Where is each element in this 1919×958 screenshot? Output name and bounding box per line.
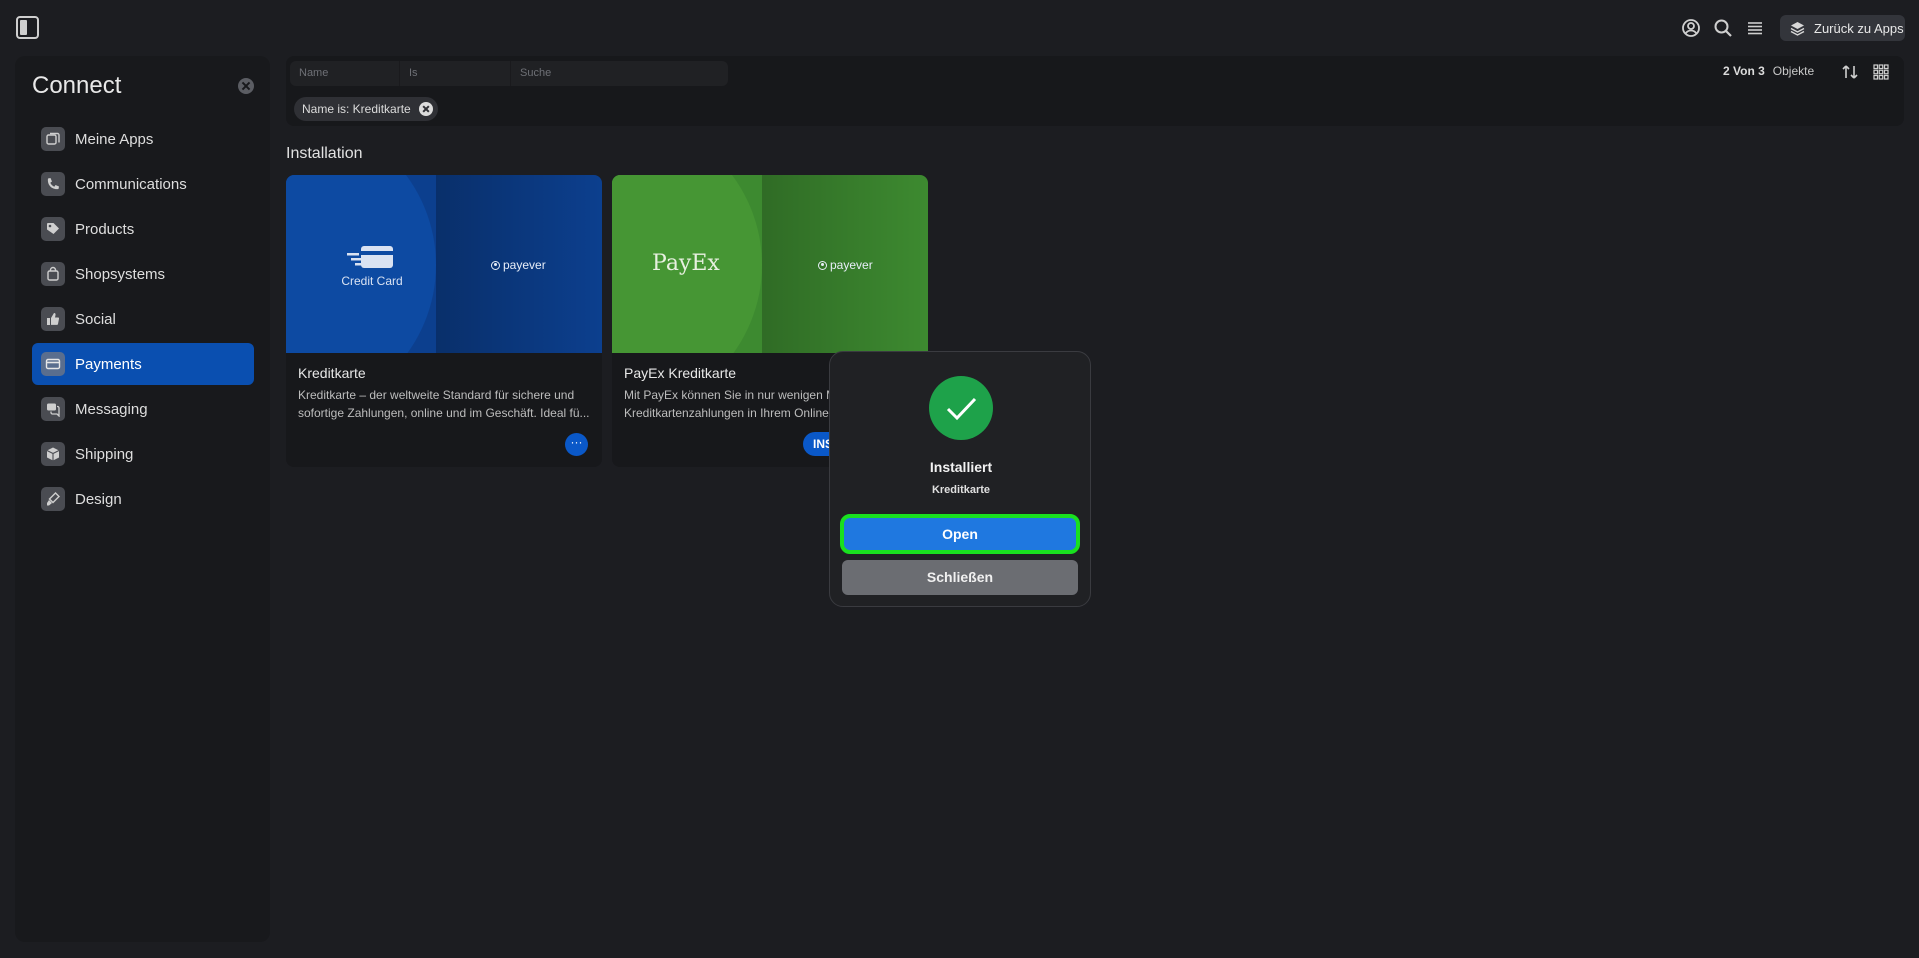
sidebar-item-communications[interactable]: Communications xyxy=(32,163,254,205)
payever-logo-text: payever xyxy=(830,258,873,272)
sidebar-item-payments[interactable]: Payments xyxy=(32,343,254,385)
filter-operator-field[interactable]: Is xyxy=(400,61,511,86)
card-title: PayEx Kreditkarte xyxy=(624,365,737,381)
sidebar-item-label: Payments xyxy=(75,355,142,373)
menu-icon[interactable] xyxy=(1744,17,1766,39)
credit-card-icon xyxy=(41,352,65,376)
close-button[interactable]: Schließen xyxy=(842,560,1078,595)
sidebar-item-products[interactable]: Products xyxy=(32,208,254,250)
section-title: Installation xyxy=(286,145,363,162)
sidebar-title: Connect xyxy=(32,72,122,99)
apps-icon xyxy=(41,127,65,151)
result-count-unit: Objekte xyxy=(1772,64,1815,78)
sort-icon[interactable] xyxy=(1840,62,1860,82)
credit-card-icon xyxy=(347,246,393,268)
sidebar-item-label: Communications xyxy=(75,175,187,193)
sidebar-item-label: Social xyxy=(75,310,116,328)
more-options-button[interactable]: ··· xyxy=(565,433,588,456)
result-count: 2 Von 3 Objekte xyxy=(1723,64,1814,78)
filter-chip-label: Name is: Kreditkarte xyxy=(302,102,411,116)
payex-logo: PayEx xyxy=(652,251,720,276)
card-title: Kreditkarte xyxy=(298,365,366,381)
top-bar: Zurück zu Apps xyxy=(0,0,1919,55)
thumbs-up-icon xyxy=(41,307,65,331)
phone-icon xyxy=(41,172,65,196)
card-hero: Credit Card payever xyxy=(286,175,602,353)
layers-icon xyxy=(1790,21,1805,36)
open-button[interactable]: Open xyxy=(840,514,1080,554)
sidebar-item-label: Design xyxy=(75,490,122,508)
app-card-kreditkarte[interactable]: Credit Card payever Kreditkarte Kreditka… xyxy=(286,175,602,467)
brush-icon xyxy=(41,487,65,511)
sidebar-item-social[interactable]: Social xyxy=(32,298,254,340)
tag-icon xyxy=(41,217,65,241)
sidebar: Connect Meine Apps Communications Produc… xyxy=(15,56,270,942)
search-input[interactable]: Suche xyxy=(511,61,728,86)
close-sidebar-icon[interactable] xyxy=(238,78,254,94)
dialog-title: Installiert xyxy=(929,459,993,475)
payever-logo: payever xyxy=(491,258,546,272)
sidebar-item-meine-apps[interactable]: Meine Apps xyxy=(32,118,254,160)
success-check-icon xyxy=(929,376,993,440)
sidebar-toggle-icon[interactable] xyxy=(16,16,39,39)
dialog-subtitle: Kreditkarte xyxy=(931,484,991,496)
sidebar-item-label: Shopsystems xyxy=(75,265,166,283)
chat-icon xyxy=(41,397,65,421)
grid-view-icon[interactable] xyxy=(1873,64,1889,80)
sidebar-item-messaging[interactable]: Messaging xyxy=(32,388,254,430)
result-count-value: 2 Von 3 xyxy=(1723,64,1765,78)
sidebar-item-design[interactable]: Design xyxy=(32,478,254,520)
sidebar-item-label: Messaging xyxy=(75,400,148,418)
remove-filter-icon[interactable] xyxy=(419,102,433,116)
shopping-bag-icon xyxy=(41,262,65,286)
filter-inputs: Name Is Suche xyxy=(290,61,728,86)
credit-card-logo-text: Credit Card xyxy=(341,274,403,288)
sidebar-item-label: Products xyxy=(75,220,135,238)
installed-dialog: Installiert Kreditkarte Open Schließen xyxy=(829,351,1091,607)
sidebar-item-shopsystems[interactable]: Shopsystems xyxy=(32,253,254,295)
filter-name-field[interactable]: Name xyxy=(290,61,400,86)
card-description: Kreditkarte – der weltweite Standard für… xyxy=(298,388,590,420)
sidebar-item-shipping[interactable]: Shipping xyxy=(32,433,254,475)
back-to-apps-label: Zurück zu Apps xyxy=(1814,20,1904,36)
payever-logo: payever xyxy=(818,258,873,272)
filter-chip: Name is: Kreditkarte xyxy=(294,97,438,121)
sidebar-item-label: Shipping xyxy=(75,445,134,463)
sidebar-nav: Meine Apps Communications Products Shops… xyxy=(32,118,254,523)
back-to-apps-button[interactable]: Zurück zu Apps xyxy=(1780,15,1905,41)
credit-card-logo: Credit Card xyxy=(322,243,422,288)
user-icon[interactable] xyxy=(1680,17,1702,39)
box-icon xyxy=(41,442,65,466)
filter-bar: Name Is Suche Name is: Kreditkarte 2 Von… xyxy=(286,56,1904,126)
search-icon[interactable] xyxy=(1712,17,1734,39)
payever-logo-text: payever xyxy=(503,258,546,272)
sidebar-item-label: Meine Apps xyxy=(75,130,154,148)
card-hero: PayEx payever xyxy=(612,175,928,353)
